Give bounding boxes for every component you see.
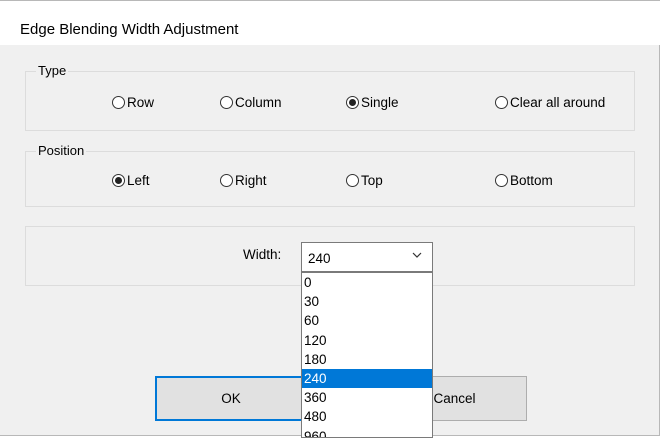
dropdown-option-30[interactable]: 30: [302, 292, 432, 311]
position-radio-left[interactable]: Left: [112, 173, 150, 188]
position-radio-top-label: Top: [361, 173, 383, 188]
type-radio-column-label: Column: [235, 95, 282, 110]
title-bar: Edge Blending Width Adjustment: [0, 1, 660, 45]
radio-circle: [495, 174, 508, 187]
radio-circle: [112, 96, 125, 109]
dropdown-option-360[interactable]: 360: [302, 388, 432, 407]
radio-circle: [220, 174, 233, 187]
position-radio-top[interactable]: Top: [346, 173, 383, 188]
edge-blending-dialog: Edge Blending Width Adjustment Type Row …: [0, 0, 660, 436]
dropdown-option-120[interactable]: 120: [302, 331, 432, 350]
type-radio-row[interactable]: Row: [112, 95, 154, 110]
radio-circle: [495, 96, 508, 109]
cancel-button-label: Cancel: [433, 391, 475, 406]
width-combobox-value: 240: [308, 251, 331, 266]
radio-circle: [220, 96, 233, 109]
type-radio-row-label: Row: [127, 95, 154, 110]
type-radio-clear-all-around[interactable]: Clear all around: [495, 95, 605, 110]
radio-circle: [346, 174, 359, 187]
chevron-down-icon: [412, 250, 422, 260]
width-dropdown-list[interactable]: 0 30 60 120 180 240 360 480 960: [301, 272, 433, 438]
position-group-legend: Position: [36, 143, 86, 158]
type-group-legend: Type: [36, 63, 68, 78]
type-radio-column[interactable]: Column: [220, 95, 282, 110]
position-radio-right-label: Right: [235, 173, 267, 188]
radio-circle-checked: [112, 174, 125, 187]
ok-button[interactable]: OK: [155, 376, 307, 421]
ok-button-label: OK: [221, 391, 241, 406]
dropdown-option-240-selected[interactable]: 240: [302, 369, 432, 388]
dropdown-option-180[interactable]: 180: [302, 350, 432, 369]
position-radio-right[interactable]: Right: [220, 173, 267, 188]
dropdown-option-480[interactable]: 480: [302, 407, 432, 426]
position-radio-bottom-label: Bottom: [510, 173, 553, 188]
position-radio-left-label: Left: [127, 173, 150, 188]
dialog-title: Edge Blending Width Adjustment: [20, 21, 238, 38]
type-radio-single[interactable]: Single: [346, 95, 399, 110]
position-radio-bottom[interactable]: Bottom: [495, 173, 553, 188]
width-label: Width:: [243, 247, 281, 262]
type-radio-clear-label: Clear all around: [510, 95, 605, 110]
dropdown-option-60[interactable]: 60: [302, 311, 432, 330]
dropdown-option-960[interactable]: 960: [302, 427, 432, 438]
radio-circle-checked: [346, 96, 359, 109]
type-radio-single-label: Single: [361, 95, 399, 110]
dropdown-option-0[interactable]: 0: [302, 273, 432, 292]
width-combobox[interactable]: 240: [301, 242, 433, 272]
